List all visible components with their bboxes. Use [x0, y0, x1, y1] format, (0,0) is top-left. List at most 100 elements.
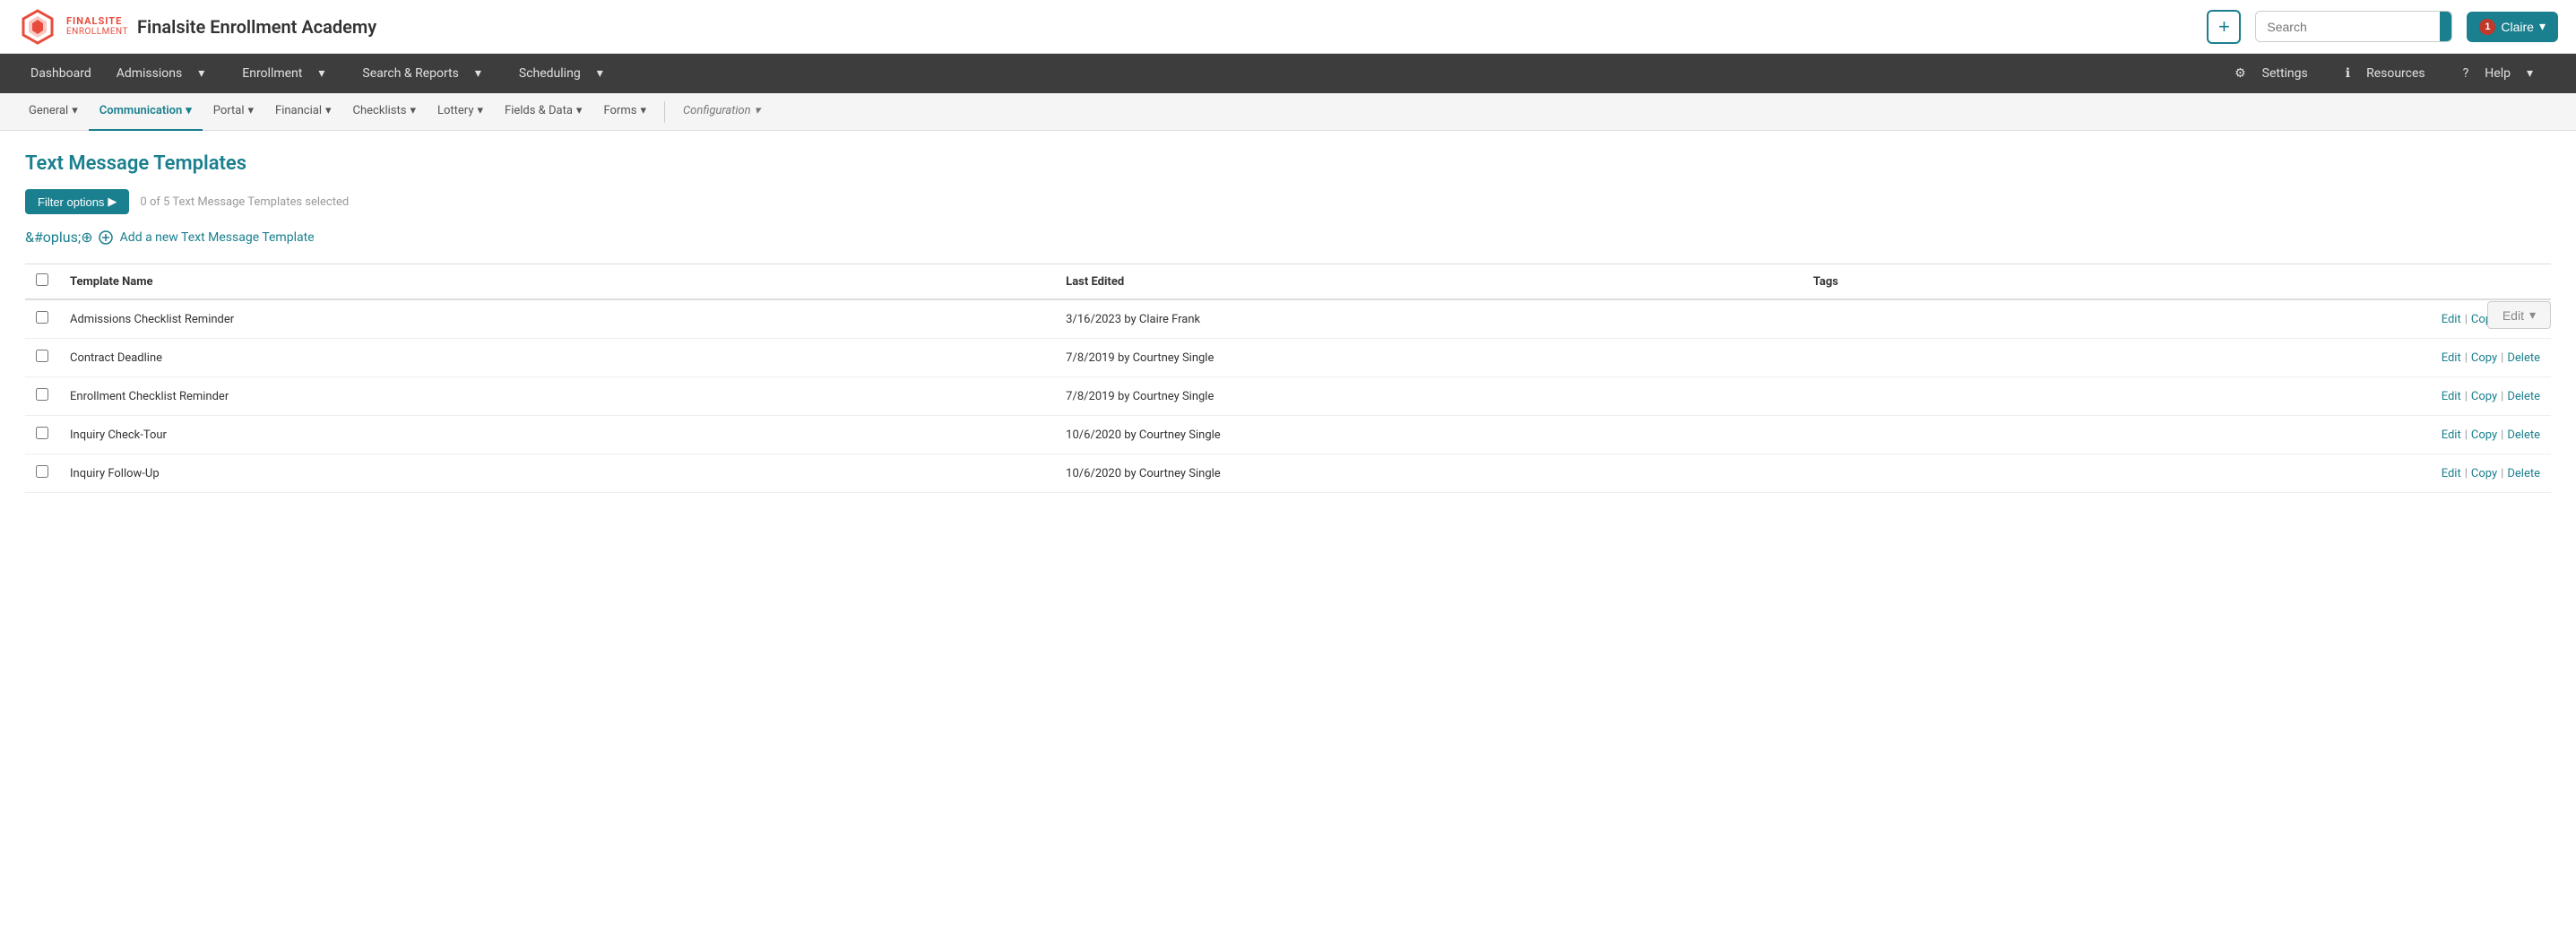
row-tags — [1802, 454, 2176, 493]
action-divider: | — [2501, 351, 2503, 365]
table-row: Inquiry Follow-Up10/6/2020 by Courtney S… — [25, 454, 2551, 493]
sub-nav-item-configuration[interactable]: Configuration ▾ — [672, 93, 771, 131]
user-menu-button[interactable]: 1 Claire ▾ — [2467, 12, 2558, 42]
filter-options-label: Filter options — [38, 195, 104, 209]
nav-item-enrollment[interactable]: Enrollment ▾ — [229, 54, 350, 93]
row-last-edited: 10/6/2020 by Courtney Single — [1055, 454, 1802, 493]
row-action-copy[interactable]: Copy — [2471, 390, 2497, 403]
edit-dropdown-button[interactable]: Edit ▾ — [2487, 301, 2551, 329]
row-action-delete[interactable]: Delete — [2507, 351, 2540, 365]
filter-row: Filter options ▶ 0 of 5 Text Message Tem… — [25, 189, 2551, 214]
row-template-name: Contract Deadline — [59, 339, 1055, 377]
row-checkbox[interactable] — [36, 465, 48, 478]
add-button[interactable]: + — [2207, 10, 2241, 44]
row-action-delete[interactable]: Delete — [2507, 390, 2540, 403]
row-action-delete[interactable]: Delete — [2507, 467, 2540, 480]
col-header-last-edited: Last Edited — [1055, 264, 1802, 300]
row-checkbox[interactable] — [36, 427, 48, 439]
scheduling-chevron-icon: ▾ — [584, 54, 616, 93]
search-box: 🔍 — [2255, 11, 2452, 42]
row-action-edit[interactable]: Edit — [2442, 390, 2461, 403]
row-template-name: Inquiry Follow-Up — [59, 454, 1055, 493]
col-header-tags: Tags — [1802, 264, 2176, 300]
nav-item-scheduling[interactable]: Scheduling ▾ — [506, 54, 628, 93]
row-action-delete[interactable]: Delete — [2507, 428, 2540, 442]
nav-item-settings[interactable]: ⚙ Settings — [2209, 54, 2321, 93]
search-input[interactable] — [2256, 13, 2440, 41]
row-checkbox[interactable] — [36, 311, 48, 324]
row-last-edited: 10/6/2020 by Courtney Single — [1055, 416, 1802, 454]
sub-nav-item-portal[interactable]: Portal ▾ — [203, 93, 264, 131]
row-action-copy[interactable]: Copy — [2471, 351, 2497, 365]
forms-chevron-icon: ▾ — [640, 104, 646, 117]
action-divider: | — [2465, 313, 2468, 326]
table-row: Inquiry Check-Tour10/6/2020 by Courtney … — [25, 416, 2551, 454]
page-content: Edit ▾ Text Message Templates Filter opt… — [0, 131, 2576, 515]
fields-data-chevron-icon: ▾ — [576, 104, 583, 117]
row-actions: Edit | Copy | Delete — [2187, 351, 2540, 365]
app-title: Finalsite Enrollment Academy — [137, 16, 376, 38]
col-header-actions — [2176, 264, 2551, 300]
sub-nav: General ▾ Communication ▾ Portal ▾ Finan… — [0, 93, 2576, 131]
row-action-copy[interactable]: Copy — [2471, 467, 2497, 480]
row-checkbox[interactable] — [36, 388, 48, 401]
action-divider: | — [2465, 351, 2468, 365]
row-actions: Edit | Copy | Delete — [2187, 428, 2540, 442]
row-tags — [1802, 299, 2176, 339]
sub-nav-item-communication[interactable]: Communication ▾ — [89, 93, 203, 131]
sub-nav-item-lottery[interactable]: Lottery ▾ — [427, 93, 494, 131]
sub-nav-item-forms[interactable]: Forms ▾ — [592, 93, 657, 131]
row-action-edit[interactable]: Edit — [2442, 351, 2461, 365]
add-new-link[interactable]: &#oplus;⊕ Add a new Text Message Templat… — [25, 229, 2551, 246]
add-circle-icon: &#oplus;⊕ — [25, 229, 93, 246]
table-row: Contract Deadline7/8/2019 by Courtney Si… — [25, 339, 2551, 377]
top-header: FINALSITE ENROLLMENT Finalsite Enrollmen… — [0, 0, 2576, 54]
row-actions: Edit | Copy | Delete — [2187, 390, 2540, 403]
row-checkbox-cell — [25, 416, 59, 454]
portal-chevron-icon: ▾ — [248, 104, 255, 117]
nav-item-dashboard[interactable]: Dashboard — [18, 54, 104, 93]
search-submit-button[interactable]: 🔍 — [2440, 12, 2452, 41]
row-template-name: Inquiry Check-Tour — [59, 416, 1055, 454]
sub-nav-item-checklists[interactable]: Checklists ▾ — [342, 93, 427, 131]
notification-badge: 1 — [2479, 19, 2495, 35]
action-divider: | — [2501, 390, 2503, 403]
action-divider: | — [2465, 390, 2468, 403]
row-actions-cell: Edit | Copy | Delete — [2176, 339, 2551, 377]
logo-text-bottom: ENROLLMENT — [66, 27, 128, 37]
table-header-row: Template Name Last Edited Tags — [25, 264, 2551, 300]
nav-item-search-reports[interactable]: Search & Reports ▾ — [350, 54, 506, 93]
sub-nav-item-fields-data[interactable]: Fields & Data ▾ — [494, 93, 592, 131]
sub-nav-item-financial[interactable]: Financial ▾ — [264, 93, 342, 131]
select-all-header — [25, 264, 59, 300]
add-icon — [99, 230, 113, 245]
filter-chevron-icon: ▶ — [108, 195, 117, 209]
row-action-edit[interactable]: Edit — [2442, 313, 2461, 326]
row-actions-cell: Edit | Copy | Delete — [2176, 416, 2551, 454]
row-actions: Edit | Copy | Delete — [2187, 467, 2540, 480]
row-tags — [1802, 339, 2176, 377]
nav-item-help[interactable]: ? Help ▾ — [2438, 54, 2558, 93]
row-action-edit[interactable]: Edit — [2442, 428, 2461, 442]
row-action-edit[interactable]: Edit — [2442, 467, 2461, 480]
row-template-name: Admissions Checklist Reminder — [59, 299, 1055, 339]
edit-label: Edit — [2503, 308, 2524, 323]
select-all-checkbox[interactable] — [36, 273, 48, 286]
row-last-edited: 7/8/2019 by Courtney Single — [1055, 339, 1802, 377]
search-reports-chevron-icon: ▾ — [462, 54, 494, 93]
row-checkbox[interactable] — [36, 350, 48, 362]
communication-chevron-icon: ▾ — [186, 104, 192, 117]
sub-nav-item-general[interactable]: General ▾ — [18, 93, 89, 131]
financial-chevron-icon: ▾ — [325, 104, 332, 117]
filter-options-button[interactable]: Filter options ▶ — [25, 189, 129, 214]
help-chevron-icon: ▾ — [2514, 54, 2546, 93]
nav-item-resources[interactable]: ℹ Resources — [2321, 54, 2438, 93]
action-divider: | — [2501, 467, 2503, 480]
row-checkbox-cell — [25, 377, 59, 416]
row-last-edited: 3/16/2023 by Claire Frank — [1055, 299, 1802, 339]
add-new-label: Add a new Text Message Template — [120, 230, 315, 245]
nav-item-admissions[interactable]: Admissions ▾ — [104, 54, 230, 93]
row-action-copy[interactable]: Copy — [2471, 428, 2497, 442]
row-checkbox-cell — [25, 299, 59, 339]
row-actions-cell: Edit | Copy | Delete — [2176, 377, 2551, 416]
